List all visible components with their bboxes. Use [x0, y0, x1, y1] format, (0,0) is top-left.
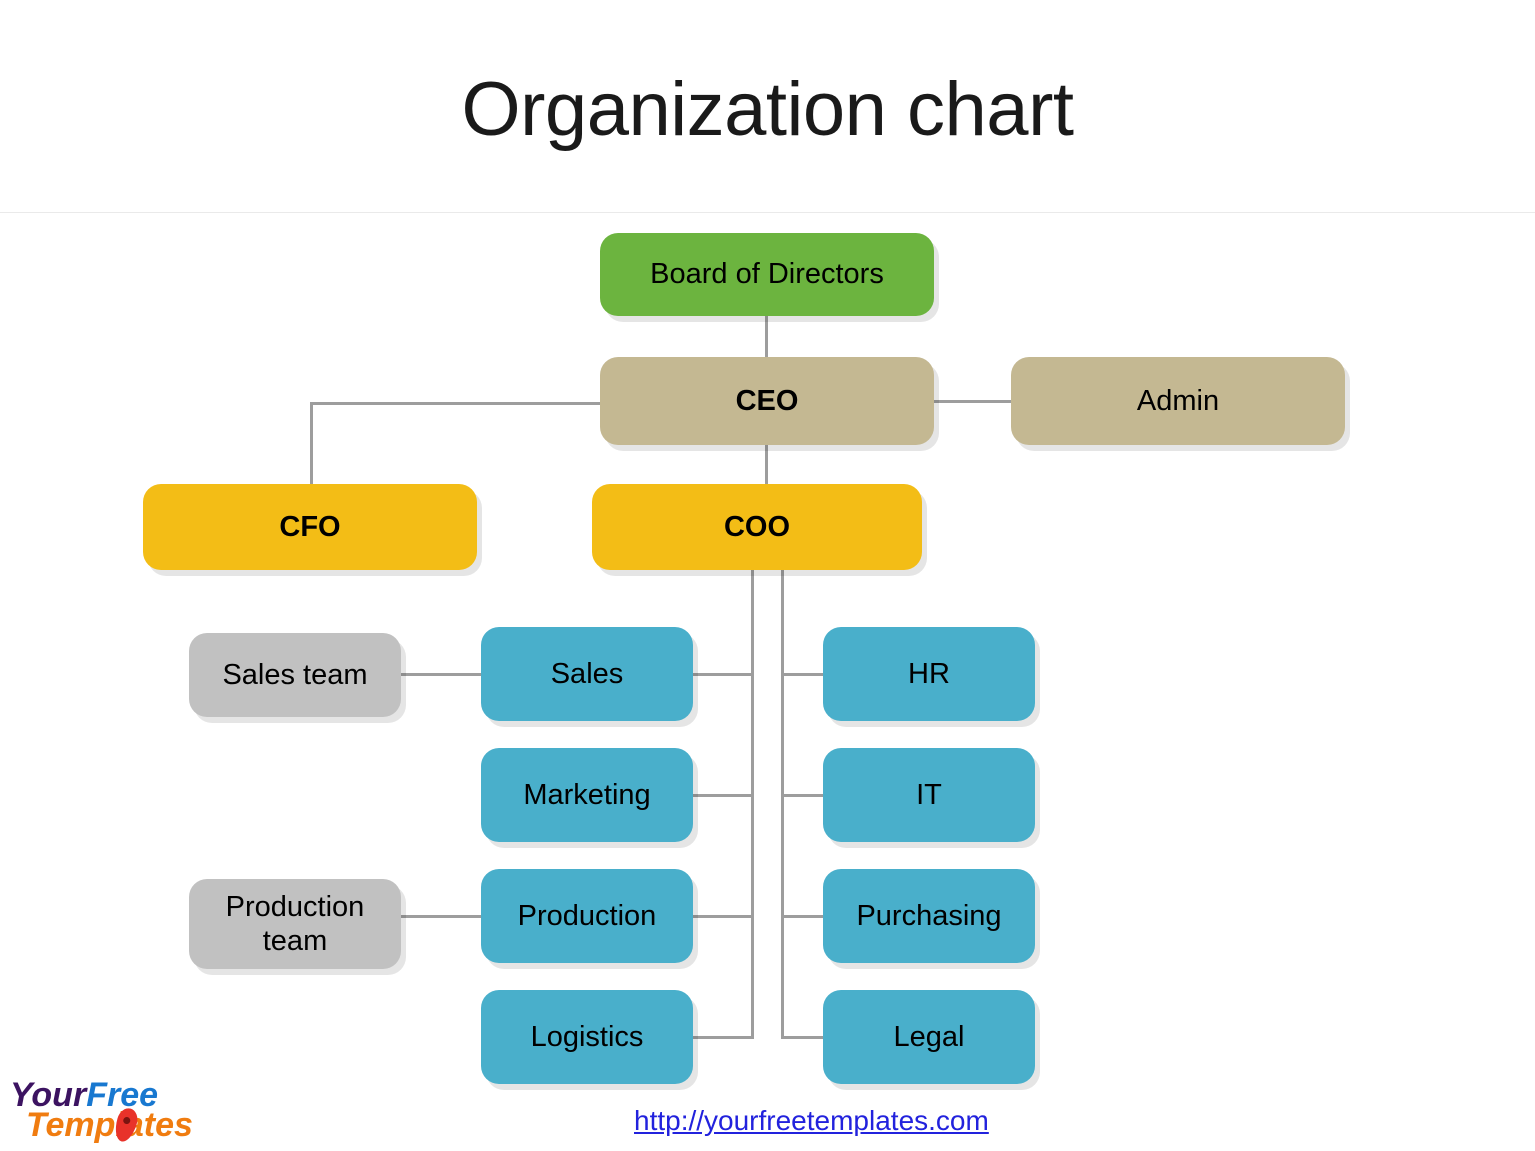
connector-ceo-to-cfo-horizontal — [310, 402, 606, 405]
connector-trunk-to-hr — [781, 673, 824, 676]
connector-ceo-to-coo — [765, 440, 768, 488]
node-label: Production team — [225, 890, 365, 957]
logo-line-two: Templates — [26, 1108, 193, 1142]
node-sales-team[interactable]: Sales team — [189, 633, 401, 717]
connector-production-to-production-team — [401, 915, 483, 918]
node-label: Board of Directors — [650, 258, 884, 291]
node-board-of-directors[interactable]: Board of Directors — [600, 233, 934, 316]
node-label: Legal — [893, 1020, 965, 1053]
yourfreetemplates-logo[interactable]: YourFree Templates — [4, 1078, 219, 1150]
node-label: Marketing — [523, 778, 651, 811]
connector-ceo-to-admin — [930, 400, 1014, 403]
node-coo[interactable]: COO — [592, 484, 922, 570]
node-label: CEO — [735, 384, 799, 417]
connector-sales-to-sales-team — [401, 673, 483, 676]
node-hr[interactable]: HR — [823, 627, 1035, 721]
node-label: Sales — [550, 657, 624, 690]
connector-trunk-to-production — [692, 915, 753, 918]
node-it[interactable]: IT — [823, 748, 1035, 842]
node-legal[interactable]: Legal — [823, 990, 1035, 1084]
node-label: Purchasing — [856, 899, 1002, 932]
connector-trunk-to-purchasing — [781, 915, 824, 918]
connector-ceo-to-cfo-vertical — [310, 402, 313, 486]
node-admin[interactable]: Admin — [1011, 357, 1345, 445]
connector-coo-right-trunk — [781, 566, 784, 1039]
connector-trunk-to-marketing — [692, 794, 753, 797]
node-label: CFO — [279, 510, 341, 543]
connector-trunk-to-legal — [781, 1036, 824, 1039]
node-label: HR — [908, 657, 950, 690]
connector-trunk-to-it — [781, 794, 824, 797]
node-purchasing[interactable]: Purchasing — [823, 869, 1035, 963]
connector-trunk-to-sales — [692, 673, 753, 676]
logo-word-templates: Templates — [26, 1106, 193, 1144]
node-sales[interactable]: Sales — [481, 627, 693, 721]
node-production-team[interactable]: Production team — [189, 879, 401, 969]
node-logistics[interactable]: Logistics — [481, 990, 693, 1084]
node-label: Production — [517, 899, 657, 932]
title-divider — [0, 212, 1535, 213]
node-ceo[interactable]: CEO — [600, 357, 934, 445]
node-label: COO — [723, 510, 791, 543]
node-marketing[interactable]: Marketing — [481, 748, 693, 842]
connector-trunk-to-logistics — [692, 1036, 753, 1039]
node-label: Sales team — [222, 658, 368, 691]
site-url-link[interactable]: http://yourfreetemplates.com — [634, 1105, 989, 1137]
node-cfo[interactable]: CFO — [143, 484, 477, 570]
node-label: IT — [916, 778, 942, 811]
node-production[interactable]: Production — [481, 869, 693, 963]
node-label: Logistics — [530, 1020, 644, 1053]
slide-canvas: Organization chart Board of Directors CE… — [0, 0, 1535, 1151]
page-title: Organization chart — [461, 67, 1075, 152]
connector-coo-left-trunk — [751, 566, 754, 1039]
node-label: Admin — [1136, 384, 1220, 417]
